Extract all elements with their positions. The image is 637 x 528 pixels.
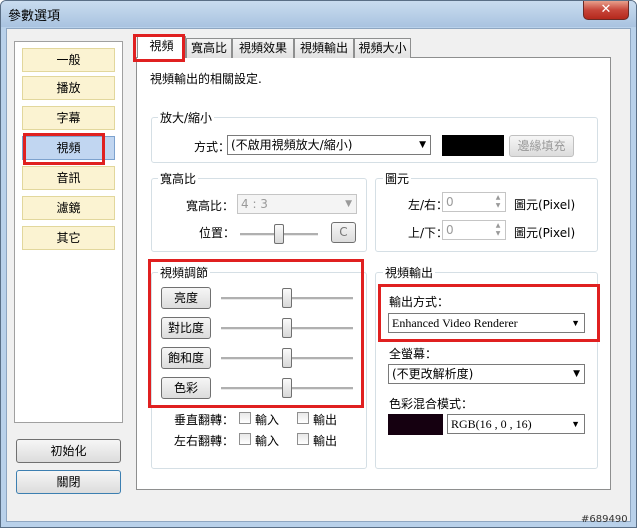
sidebar-item-playback[interactable]: 播放 <box>22 76 115 100</box>
saturation-button[interactable]: 飽和度 <box>161 347 211 369</box>
tab-video-output[interactable]: 視頻輸出 <box>294 38 354 58</box>
hue-slider-thumb[interactable] <box>282 378 292 398</box>
brightness-slider-thumb[interactable] <box>282 288 292 308</box>
aspect-ratio-select[interactable]: 4 : 3 ▼ <box>237 194 357 214</box>
vertical-flip-label: 垂直翻轉： <box>174 413 235 427</box>
hflip-input-checkbox[interactable] <box>239 433 251 445</box>
contrast-button[interactable]: 對比度 <box>161 317 211 339</box>
position-slider-thumb[interactable] <box>274 224 284 244</box>
spin-arrows-icon[interactable]: ▲ ▼ <box>492 194 504 210</box>
zoom-group-label: 放大/縮小 <box>158 109 215 126</box>
blend-mode-value: RGB(16 , 0 , 16) <box>451 417 532 431</box>
sidebar-item-general[interactable]: 一般 <box>22 48 115 72</box>
hflip-input-label: 輸入 <box>255 434 280 448</box>
sidebar-item-filter[interactable]: 濾鏡 <box>22 196 115 220</box>
pixel-ud-spinbox[interactable]: 0 ▲ ▼ <box>442 220 506 240</box>
border-color-swatch[interactable] <box>442 135 504 156</box>
close-button[interactable]: 關閉 <box>16 470 121 494</box>
aspect-ratio-value: 4 : 3 <box>241 197 268 211</box>
vflip-output-label: 輸出 <box>313 413 338 427</box>
position-reset-button[interactable]: C <box>331 222 356 243</box>
spin-arrows-icon[interactable]: ▲ ▼ <box>492 222 504 238</box>
output-method-label: 輸出方式： <box>389 295 450 309</box>
zoom-method-select[interactable]: (不啟用視頻放大/縮小) ▼ <box>227 135 431 155</box>
vflip-input-label: 輸入 <box>255 413 280 427</box>
window-title: 參數選項 <box>8 9 61 24</box>
tab-video-size[interactable]: 視頻大小 <box>354 38 411 58</box>
output-method-select[interactable]: Enhanced Video Renderer ▼ <box>388 313 585 333</box>
pixel-lr-unit: 圖元(Pixel) <box>514 198 576 212</box>
close-window-button[interactable]: ✕ <box>583 1 629 20</box>
blend-mode-select[interactable]: RGB(16 , 0 , 16) ▼ <box>447 414 585 434</box>
brightness-button[interactable]: 亮度 <box>161 287 211 309</box>
vflip-input-checkbox[interactable] <box>239 412 251 424</box>
highlight-box-tab <box>133 34 185 62</box>
fullscreen-select[interactable]: (不更改解析度) ▼ <box>388 364 585 384</box>
hflip-output-label: 輸出 <box>313 434 338 448</box>
title-bar[interactable] <box>1 1 636 27</box>
pixel-lr-spinbox[interactable]: 0 ▲ ▼ <box>442 192 506 212</box>
pixel-group-label: 圖元 <box>383 170 412 187</box>
chevron-down-icon: ▼ <box>571 419 580 429</box>
output-method-value: Enhanced Video Renderer <box>392 316 518 330</box>
horizontal-flip-label: 左右翻轉： <box>174 434 235 448</box>
close-icon: ✕ <box>600 2 612 17</box>
saturation-slider-thumb[interactable] <box>282 348 292 368</box>
aspect-group-label: 寬高比 <box>158 170 199 187</box>
initialize-button[interactable]: 初始化 <box>16 439 121 463</box>
fullscreen-value: (不更改解析度) <box>392 367 474 381</box>
chevron-down-icon: ▼ <box>573 369 580 379</box>
highlight-box-sidebar <box>23 133 105 165</box>
video-output-group-label: 視頻輸出 <box>383 264 436 281</box>
hflip-output-checkbox[interactable] <box>297 433 309 445</box>
contrast-slider-thumb[interactable] <box>282 318 292 338</box>
video-adjust-group-label: 視頻調節 <box>158 264 211 281</box>
fullscreen-label: 全螢幕： <box>389 347 438 361</box>
border-fill-button[interactable]: 邊緣填充 <box>509 135 574 157</box>
pixel-ud-value: 0 <box>446 223 454 237</box>
sidebar-item-audio[interactable]: 音訊 <box>22 166 115 190</box>
position-label: 位置： <box>199 226 236 240</box>
blend-mode-label: 色彩混合模式： <box>389 397 474 411</box>
pixel-lr-value: 0 <box>446 195 454 209</box>
chevron-down-icon: ▼ <box>345 199 352 209</box>
sidebar-item-subtitle[interactable]: 字幕 <box>22 106 115 130</box>
zoom-method-value: (不啟用視頻放大/縮小) <box>231 138 353 152</box>
tab-video-effects[interactable]: 視頻效果 <box>232 38 294 58</box>
hue-button[interactable]: 色彩 <box>161 377 211 399</box>
chevron-down-icon: ▼ <box>419 140 426 150</box>
sidebar-item-other[interactable]: 其它 <box>22 226 115 250</box>
vflip-output-checkbox[interactable] <box>297 412 309 424</box>
watermark: #689490 <box>581 514 628 525</box>
zoom-method-label: 方式： <box>194 140 231 154</box>
aspect-ratio-label: 寬高比： <box>186 199 235 213</box>
panel-description: 視頻輸出的相關設定. <box>150 72 262 86</box>
chevron-down-icon: ▼ <box>571 318 580 328</box>
pixel-ud-unit: 圖元(Pixel) <box>514 226 576 240</box>
tab-aspect-ratio[interactable]: 寬高比 <box>186 38 232 58</box>
blend-color-swatch[interactable] <box>388 414 443 435</box>
